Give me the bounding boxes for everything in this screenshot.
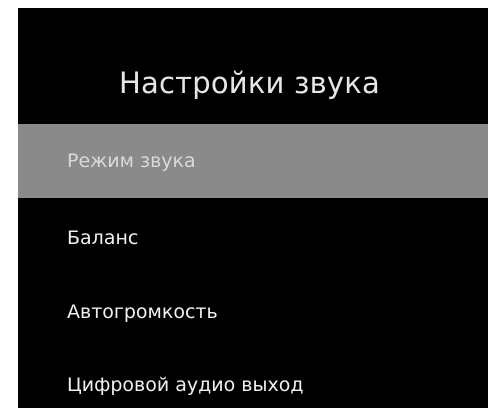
menu-item-label: Цифровой аудио выход [67,374,304,396]
menu-item-label: Режим звука [67,150,196,172]
menu-item-digital-audio-out[interactable]: Цифровой аудио выход [18,348,488,408]
page-title: Настройки звука [119,66,380,100]
menu-item-label: Баланс [67,227,139,249]
menu-item-sound-mode[interactable]: Режим звука [18,124,488,198]
menu-item-label: Автогромкость [67,301,218,323]
tv-screen: Настройки звука Режим звука Баланс Автог… [18,8,488,408]
menu-item-balance[interactable]: Баланс [18,201,488,275]
menu-item-auto-volume[interactable]: Автогромкость [18,275,488,349]
